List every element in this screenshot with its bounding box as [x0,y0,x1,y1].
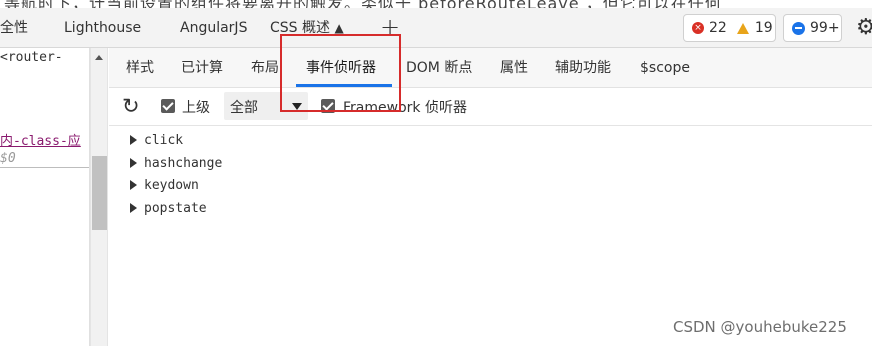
gear-icon[interactable]: ⚙ [856,15,872,40]
tab-security[interactable]: 全性 [0,8,28,48]
refresh-icon[interactable]: ↻ [122,95,140,117]
tab-angularjs[interactable]: AngularJS [180,8,247,48]
event-name: keydown [144,178,199,193]
ancestors-checkbox[interactable] [161,99,175,113]
messages-counter[interactable]: 99+ [783,14,842,42]
expand-arrow-icon [130,203,137,213]
annotation-highlight-box [280,34,401,112]
error-count: 22 [709,20,727,36]
error-icon: × [692,22,704,34]
elements-tree-pane: <router- 内-class-应 $0 [0,48,90,346]
watermark: CSDN @youhebuke225 [673,318,847,336]
event-item-keydown[interactable]: keydown [130,178,199,193]
expand-arrow-icon [130,135,137,145]
flask-icon: ▲ [334,21,344,35]
code-line-class[interactable]: 内-class-应 [0,130,81,149]
subtab-computed[interactable]: 已计算 [181,48,223,88]
event-name: popstate [144,201,207,216]
message-count: 99+ [810,20,840,36]
errors-warnings-counter[interactable]: × 22 19 [683,14,776,42]
listener-filter-value: 全部 [230,100,258,116]
top-clipped-content: 等航时下，计当前设置的组件将要离开的触发。类似于 beforeRouteLeav… [0,0,872,8]
code-line-dollar0: $0 [0,151,16,166]
vertical-scrollbar[interactable] [90,48,108,346]
warning-count: 19 [754,20,773,36]
subtab-dom-breakpoints[interactable]: DOM 断点 [406,48,472,88]
expand-arrow-icon [130,180,137,190]
subtab-properties[interactable]: 属性 [500,48,528,88]
devtools-main-tabbar: 全性 Lighthouse AngularJS CSS 概述 ▲ + × 22 … [0,8,872,48]
subtab-styles[interactable]: 样式 [126,48,154,88]
event-name: click [144,133,184,148]
event-item-click[interactable]: click [130,133,183,148]
sidebar-subtabs: 样式 已计算 布局 事件侦听器 DOM 断点 属性 辅助功能 $scope [109,48,872,88]
expand-arrow-icon [130,158,137,168]
scrollbar-thumb[interactable] [92,156,107,230]
tab-lighthouse[interactable]: Lighthouse [64,8,141,48]
event-item-hashchange[interactable]: hashchange [130,156,222,171]
ancestors-label: 上级 [182,100,210,116]
subtab-scope[interactable]: $scope [640,48,690,88]
warning-icon [736,22,749,34]
top-clipped-text: 等航时下，计当前设置的组件将要离开的触发。类似于 beforeRouteLeav… [4,0,722,8]
message-icon [792,21,805,35]
code-line-router: <router- [0,50,63,65]
selected-line-divider [0,167,89,168]
subtab-layout[interactable]: 布局 [251,48,279,88]
scroll-up-icon[interactable] [95,55,103,60]
event-item-popstate[interactable]: popstate [130,201,207,216]
event-name: hashchange [144,156,223,171]
subtab-accessibility[interactable]: 辅助功能 [555,48,611,88]
